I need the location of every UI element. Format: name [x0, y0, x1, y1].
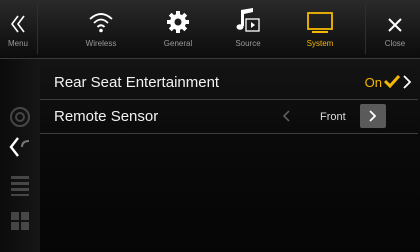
tab-label: Close	[384, 39, 406, 48]
tab-label: Source	[235, 39, 261, 48]
next-option-button[interactable]	[360, 104, 386, 128]
setting-value: On	[364, 75, 382, 90]
tab-label: System	[306, 39, 334, 48]
top-tab-bar: Menu Wireless General Source System Clos…	[0, 0, 420, 59]
grid-icon	[8, 173, 32, 197]
tab-close[interactable]: Close	[370, 0, 420, 58]
chevron-right-icon[interactable]	[402, 75, 412, 94]
setting-label: Remote Sensor	[54, 108, 159, 125]
wifi-icon	[88, 0, 114, 34]
tab-system[interactable]: System	[290, 0, 350, 58]
tab-menu[interactable]: Menu	[0, 0, 36, 58]
left-rail	[0, 59, 40, 252]
tab-label: General	[163, 39, 193, 48]
tab-label: Wireless	[85, 39, 117, 48]
camera-icon	[8, 105, 32, 129]
tab-wireless[interactable]: Wireless	[68, 0, 134, 58]
setting-label: Rear Seat Entertainment	[54, 74, 220, 91]
apps-icon	[8, 209, 32, 233]
close-icon	[387, 0, 403, 34]
back-arrow-icon[interactable]	[8, 135, 32, 159]
rear-seat-entertainment-row[interactable]: Rear Seat Entertainment On	[40, 66, 418, 100]
chevron-right-icon	[369, 110, 377, 122]
previous-option-button[interactable]	[274, 104, 298, 128]
tab-general[interactable]: General	[148, 0, 208, 58]
chevron-left-icon	[282, 110, 290, 122]
double-chevron-left-icon	[10, 0, 26, 34]
settings-list: Rear Seat Entertainment On Remote Sensor…	[40, 59, 420, 252]
music-note-icon	[235, 0, 261, 34]
tab-source[interactable]: Source	[218, 0, 278, 58]
tab-label: Menu	[7, 39, 28, 48]
gear-icon	[166, 0, 190, 34]
check-icon	[383, 74, 401, 93]
setting-value: Front	[320, 110, 346, 123]
monitor-icon	[306, 0, 334, 34]
remote-sensor-row: Remote Sensor Front	[40, 100, 418, 134]
